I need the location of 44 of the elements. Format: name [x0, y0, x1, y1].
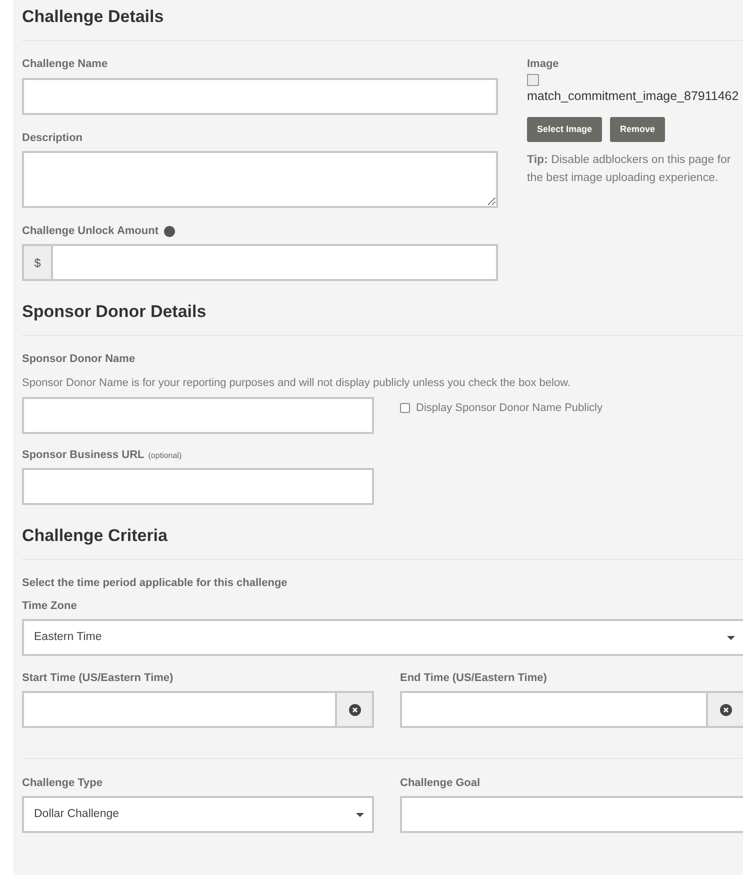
field-label: Image: [527, 57, 560, 71]
input-field[interactable]: [400, 796, 743, 833]
section-heading: Sponsor Donor Details: [22, 301, 743, 336]
dropdown[interactable]: Dollar Challenge: [22, 796, 374, 833]
amount-field[interactable]: $: [22, 244, 498, 281]
field-label: Sponsor Donor Name: [22, 352, 136, 366]
field-label: Time Zone: [22, 599, 78, 613]
input-field[interactable]: [22, 468, 374, 505]
field-label: End Time (US/Eastern Time): [400, 671, 548, 685]
checkbox-label: Display Sponsor Donor Name Publicly: [416, 401, 602, 416]
info-icon: [164, 226, 174, 236]
image-filename: match_commitment_image_87911462: [527, 88, 740, 105]
field-label: Start Time (US/Eastern Time): [22, 671, 174, 685]
field-label: Challenge Name: [22, 57, 109, 71]
field-label: Select the time period applicable for this challenge: [22, 576, 288, 590]
clear-button[interactable]: [335, 693, 372, 726]
help-text: Sponsor Donor Name is for your reporting purposes and will not display publicly unless you check the box below.: [22, 376, 572, 390]
clear-button[interactable]: [706, 693, 743, 726]
text-area[interactable]: [22, 151, 498, 208]
field-label: Description: [22, 131, 84, 145]
date-field[interactable]: [400, 691, 743, 728]
clear-icon: [720, 704, 732, 716]
dropdown[interactable]: Eastern Time: [22, 619, 743, 656]
clear-icon: [348, 704, 360, 716]
checkbox[interactable]: [400, 403, 410, 414]
broken-image-icon: [527, 74, 539, 86]
dropdown-value: Eastern Time: [34, 630, 102, 645]
caret-icon: [727, 636, 735, 640]
input-field[interactable]: [22, 78, 498, 115]
optional-note: (optional): [148, 450, 182, 462]
image-button[interactable]: Select Image: [527, 116, 602, 142]
field-label: Challenge Goal: [400, 776, 482, 790]
field-label: Sponsor Business URL: [22, 448, 144, 462]
caret-icon: [356, 812, 364, 816]
image-button[interactable]: Remove: [610, 116, 666, 142]
section-heading: Challenge Criteria: [22, 525, 743, 560]
tip-text: Tip: Disable adblockers on this page for the best image uploading experience.: [527, 152, 732, 186]
field-label: Challenge Unlock Amount: [22, 224, 158, 238]
input-field[interactable]: [22, 397, 374, 434]
field-label: Challenge Type: [22, 776, 104, 790]
currency-prefix: $: [24, 246, 53, 279]
section-heading: Challenge Details: [22, 6, 743, 41]
date-field[interactable]: [22, 691, 374, 728]
dropdown-value: Dollar Challenge: [34, 806, 120, 822]
